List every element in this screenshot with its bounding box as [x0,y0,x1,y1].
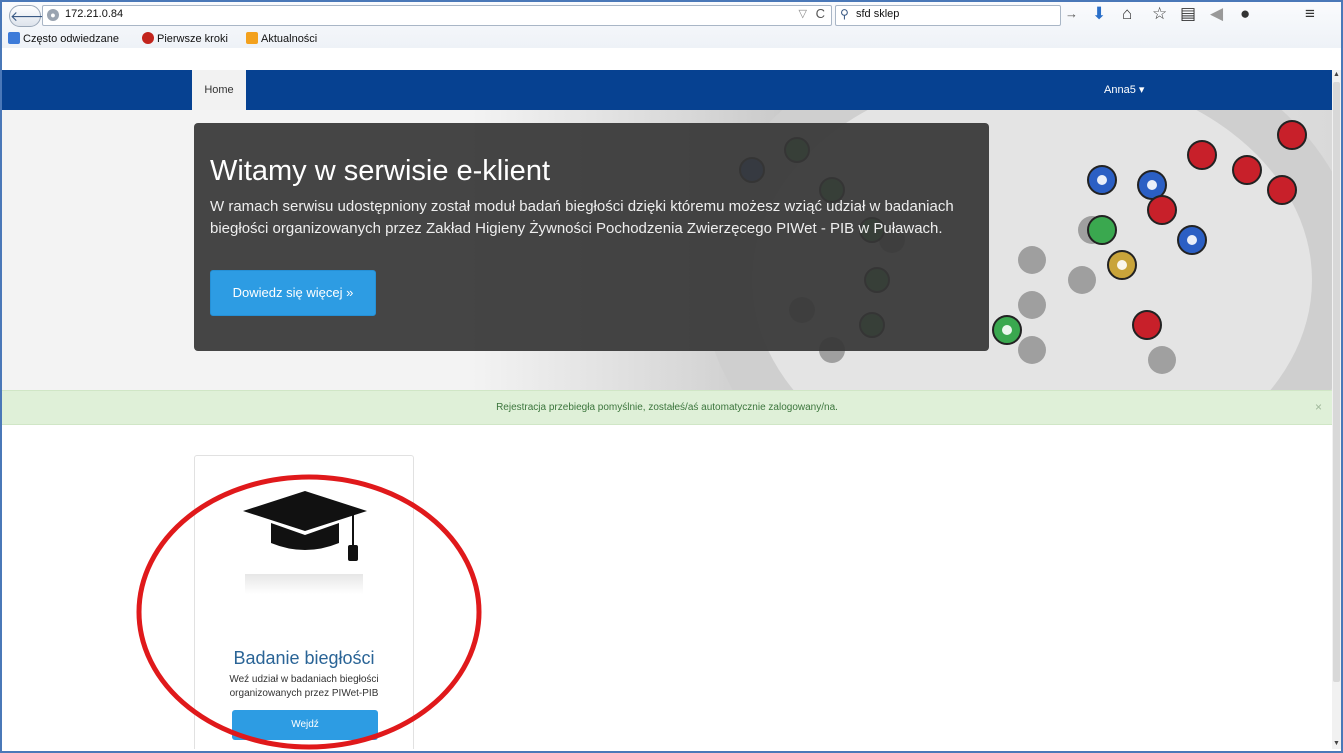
user-name: Anna5 [1104,84,1136,96]
scroll-down-icon[interactable]: ▼ [1332,739,1341,749]
hero-section: Witamy w serwisie e-klient W ramach serw… [2,110,1332,390]
alert-message: Rejestracja przebiegła pomyślnie, został… [496,402,838,413]
enter-button[interactable]: Wejdź [232,710,378,740]
bookmark-label: Pierwsze kroki [157,33,228,45]
search-query-text: sfd sklep [856,8,900,20]
globe-icon: ● [47,9,59,21]
scroll-thumb[interactable] [1333,82,1340,682]
navigation-row: 🡐 ● 172.21.0.84 ▽ C ⚲ sfd sklep → ⬇ ⌂ ☆ … [2,2,1341,28]
share-icon[interactable]: ◀ [1210,4,1223,24]
search-icon: ⚲ [840,7,849,21]
url-dropdown-icon[interactable]: ▽ [799,7,807,20]
bookmark-label: Często odwiedzane [23,33,120,45]
url-text: 172.21.0.84 [65,8,124,20]
menu-icon[interactable]: ≡ [1305,4,1315,24]
browser-toolbar: 🡐 ● 172.21.0.84 ▽ C ⚲ sfd sklep → ⬇ ⌂ ☆ … [2,2,1341,48]
reload-icon[interactable]: C [816,6,825,21]
bookmarks-bar: Często odwiedzane Pierwsze kroki Aktualn… [2,29,1341,48]
bookmark-label: Aktualności [261,33,318,45]
web-page: Home Anna5 ▾ Witamy w serwisie e-klient … [2,70,1332,749]
welcome-text: W ramach serwisu udostępniony został mod… [210,198,954,237]
search-input[interactable]: ⚲ sfd sklep [835,5,1061,26]
graduation-cap-icon [243,491,367,561]
bookmark-star-icon[interactable]: ☆ [1152,4,1167,24]
bookmarks-list-icon[interactable]: ▤ [1180,4,1196,24]
card-title: Badanie biegłości [233,648,375,668]
most-visited-icon [8,32,20,44]
cap-reflection [245,574,363,594]
bookmark-most-visited[interactable]: Często odwiedzane [8,32,119,45]
welcome-title: Witamy w serwisie e-klient [210,155,550,187]
caret-down-icon: ▾ [1138,84,1145,96]
vertical-scrollbar[interactable]: ▲ ▼ [1332,70,1341,749]
success-alert: Rejestracja przebiegła pomyślnie, został… [2,390,1332,425]
search-go-icon[interactable]: → [1065,6,1078,21]
user-menu[interactable]: Anna5 ▾ [1104,83,1144,96]
bookmark-getting-started[interactable]: Pierwsze kroki [142,32,228,45]
download-icon[interactable]: ⬇ [1092,4,1106,24]
learn-more-button[interactable]: Dowiedz się więcej » [210,270,376,316]
firefox-icon [142,32,154,44]
address-bar[interactable]: ● 172.21.0.84 ▽ C [42,5,832,26]
chat-icon[interactable]: ● [1240,4,1250,24]
scroll-up-icon[interactable]: ▲ [1332,70,1341,80]
back-button[interactable]: 🡐 [9,5,48,27]
close-icon[interactable]: × [1315,391,1322,424]
bookmark-news[interactable]: Aktualności [246,32,317,45]
proficiency-testing-card: Badanie biegłości Weź udział w badaniach… [194,455,414,749]
rss-icon [246,32,258,44]
site-navbar: Home Anna5 ▾ [2,70,1332,110]
card-description: Weź udział w badaniach biegłości organiz… [229,674,379,699]
welcome-jumbotron: Witamy w serwisie e-klient W ramach serw… [194,123,989,351]
home-icon[interactable]: ⌂ [1122,4,1132,24]
nav-home-link[interactable]: Home [192,70,246,110]
